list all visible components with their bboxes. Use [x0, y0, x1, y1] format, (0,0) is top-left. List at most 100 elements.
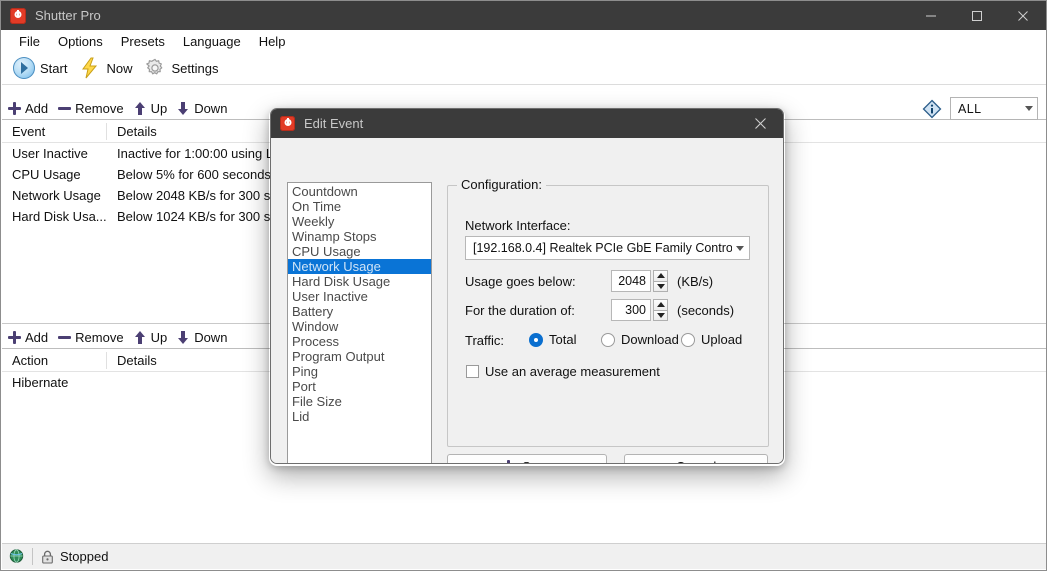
dialog-close-icon[interactable]	[738, 109, 783, 138]
arrow-up-icon	[134, 330, 147, 344]
radio-unselected-icon	[601, 332, 615, 347]
event-type-item[interactable]: Window	[288, 319, 431, 334]
lightning-icon	[79, 57, 101, 79]
event-type-item[interactable]: Battery	[288, 304, 431, 319]
duration-input[interactable]: 300	[611, 299, 651, 321]
duration-increment-button[interactable]	[653, 299, 668, 310]
network-interface-value: [192.168.0.4] Realtek PCIe GbE Family Co…	[473, 241, 732, 255]
event-type-item[interactable]: Countdown	[288, 184, 431, 199]
settings-button-label: Settings	[171, 60, 219, 76]
event-type-item[interactable]: Program Output	[288, 349, 431, 364]
arrow-down-icon	[656, 283, 665, 289]
event-type-item-selected[interactable]: Network Usage	[288, 259, 431, 274]
event-name: User Inactive	[12, 146, 88, 161]
average-measurement-label: Use an average measurement	[485, 364, 660, 379]
edit-event-dialog: Edit Event Countdown On Time Weekly Wina…	[270, 108, 784, 464]
event-type-item[interactable]: Winamp Stops	[288, 229, 431, 244]
actions-down-label: Down	[194, 329, 228, 345]
usage-increment-button[interactable]	[653, 270, 668, 281]
info-diamond-icon[interactable]	[922, 99, 942, 119]
traffic-radio-upload[interactable]: Upload	[681, 332, 742, 347]
lock-icon[interactable]	[40, 549, 55, 565]
event-type-item[interactable]: File Size	[288, 394, 431, 409]
events-down-label: Down	[194, 100, 228, 116]
traffic-radio-download[interactable]: Download	[601, 332, 679, 347]
usage-stepper-buttons	[653, 270, 668, 292]
save-button-label: Save	[522, 459, 552, 464]
start-button[interactable]: Start	[10, 55, 76, 81]
globe-icon[interactable]	[8, 548, 25, 565]
menu-item-language[interactable]: Language	[174, 32, 250, 51]
actions-up-button[interactable]: Up	[134, 330, 167, 345]
minimize-icon[interactable]	[908, 1, 954, 30]
title-bar: Shutter Pro	[1, 1, 1046, 30]
maximize-icon[interactable]	[954, 1, 1000, 30]
radio-unselected-icon	[681, 332, 695, 347]
event-filter-value: ALL	[958, 101, 982, 116]
actions-remove-button[interactable]: Remove	[58, 329, 124, 345]
average-measurement-checkbox[interactable]: Use an average measurement	[466, 364, 660, 379]
traffic-label: Traffic:	[465, 333, 505, 348]
action-name: Hibernate	[12, 375, 69, 390]
events-column-event: Event	[2, 122, 107, 140]
plus-icon	[502, 459, 515, 463]
usage-input[interactable]: 2048	[611, 270, 651, 292]
menu-item-presets[interactable]: Presets	[112, 32, 174, 51]
menu-item-options[interactable]: Options	[49, 32, 112, 51]
event-type-item[interactable]: Lid	[288, 409, 431, 424]
plus-icon	[8, 101, 21, 115]
application-window: Shutter Pro File Options Presets Languag…	[0, 0, 1047, 571]
event-type-item[interactable]: CPU Usage	[288, 244, 431, 259]
now-button-label: Now	[106, 60, 133, 76]
events-add-label: Add	[25, 100, 49, 116]
usage-label: Usage goes below:	[465, 274, 576, 289]
menu-bar: File Options Presets Language Help	[2, 30, 1046, 52]
plus-icon	[8, 330, 21, 344]
play-icon	[13, 57, 35, 79]
actions-remove-label: Remove	[75, 329, 124, 345]
cancel-button[interactable]: Cancel	[624, 454, 768, 464]
actions-add-button[interactable]: Add	[8, 330, 48, 345]
events-remove-button[interactable]: Remove	[58, 101, 124, 116]
gear-icon	[144, 57, 166, 79]
duration-stepper[interactable]: 300	[611, 299, 668, 321]
arrow-up-icon	[656, 273, 665, 279]
duration-decrement-button[interactable]	[653, 309, 668, 321]
status-bar: Stopped	[2, 543, 1046, 569]
menu-item-file[interactable]: File	[10, 32, 49, 51]
event-type-item[interactable]: Process	[288, 334, 431, 349]
event-type-listbox[interactable]: Countdown On Time Weekly Winamp Stops CP…	[287, 182, 432, 463]
duration-unit: (seconds)	[677, 303, 735, 318]
events-up-button[interactable]: Up	[134, 101, 167, 116]
arrow-up-icon	[656, 302, 665, 308]
now-button[interactable]: Now	[76, 55, 141, 81]
event-type-item[interactable]: User Inactive	[288, 289, 431, 304]
traffic-radio-total[interactable]: Total	[529, 332, 576, 347]
duration-stepper-buttons	[653, 299, 668, 321]
dialog-title: Edit Event	[304, 116, 364, 131]
power-icon	[10, 7, 26, 24]
event-type-item[interactable]: On Time	[288, 199, 431, 214]
traffic-radio-download-label: Download	[621, 332, 679, 347]
actions-down-button[interactable]: Down	[177, 330, 227, 345]
menu-item-help[interactable]: Help	[250, 32, 295, 51]
minus-icon	[58, 102, 72, 115]
save-button[interactable]: Save	[447, 454, 607, 464]
event-type-item[interactable]: Hard Disk Usage	[288, 274, 431, 289]
window-title: Shutter Pro	[35, 8, 101, 23]
event-type-item[interactable]: Ping	[288, 364, 431, 379]
event-type-item[interactable]: Weekly	[288, 214, 431, 229]
event-name: Network Usage	[12, 188, 101, 203]
event-type-item[interactable]: Port	[288, 379, 431, 394]
arrow-down-icon	[656, 312, 665, 318]
close-icon[interactable]	[1000, 1, 1046, 30]
events-down-button[interactable]: Down	[177, 101, 227, 116]
usage-stepper[interactable]: 2048	[611, 270, 668, 292]
events-add-button[interactable]: Add	[8, 101, 48, 116]
settings-button[interactable]: Settings	[141, 55, 227, 81]
network-interface-combobox[interactable]: [192.168.0.4] Realtek PCIe GbE Family Co…	[465, 236, 750, 260]
usage-decrement-button[interactable]	[653, 280, 668, 292]
event-filter-combobox[interactable]: ALL	[950, 97, 1038, 120]
radio-selected-icon	[529, 332, 543, 347]
cancel-button-label: Cancel	[676, 459, 716, 464]
